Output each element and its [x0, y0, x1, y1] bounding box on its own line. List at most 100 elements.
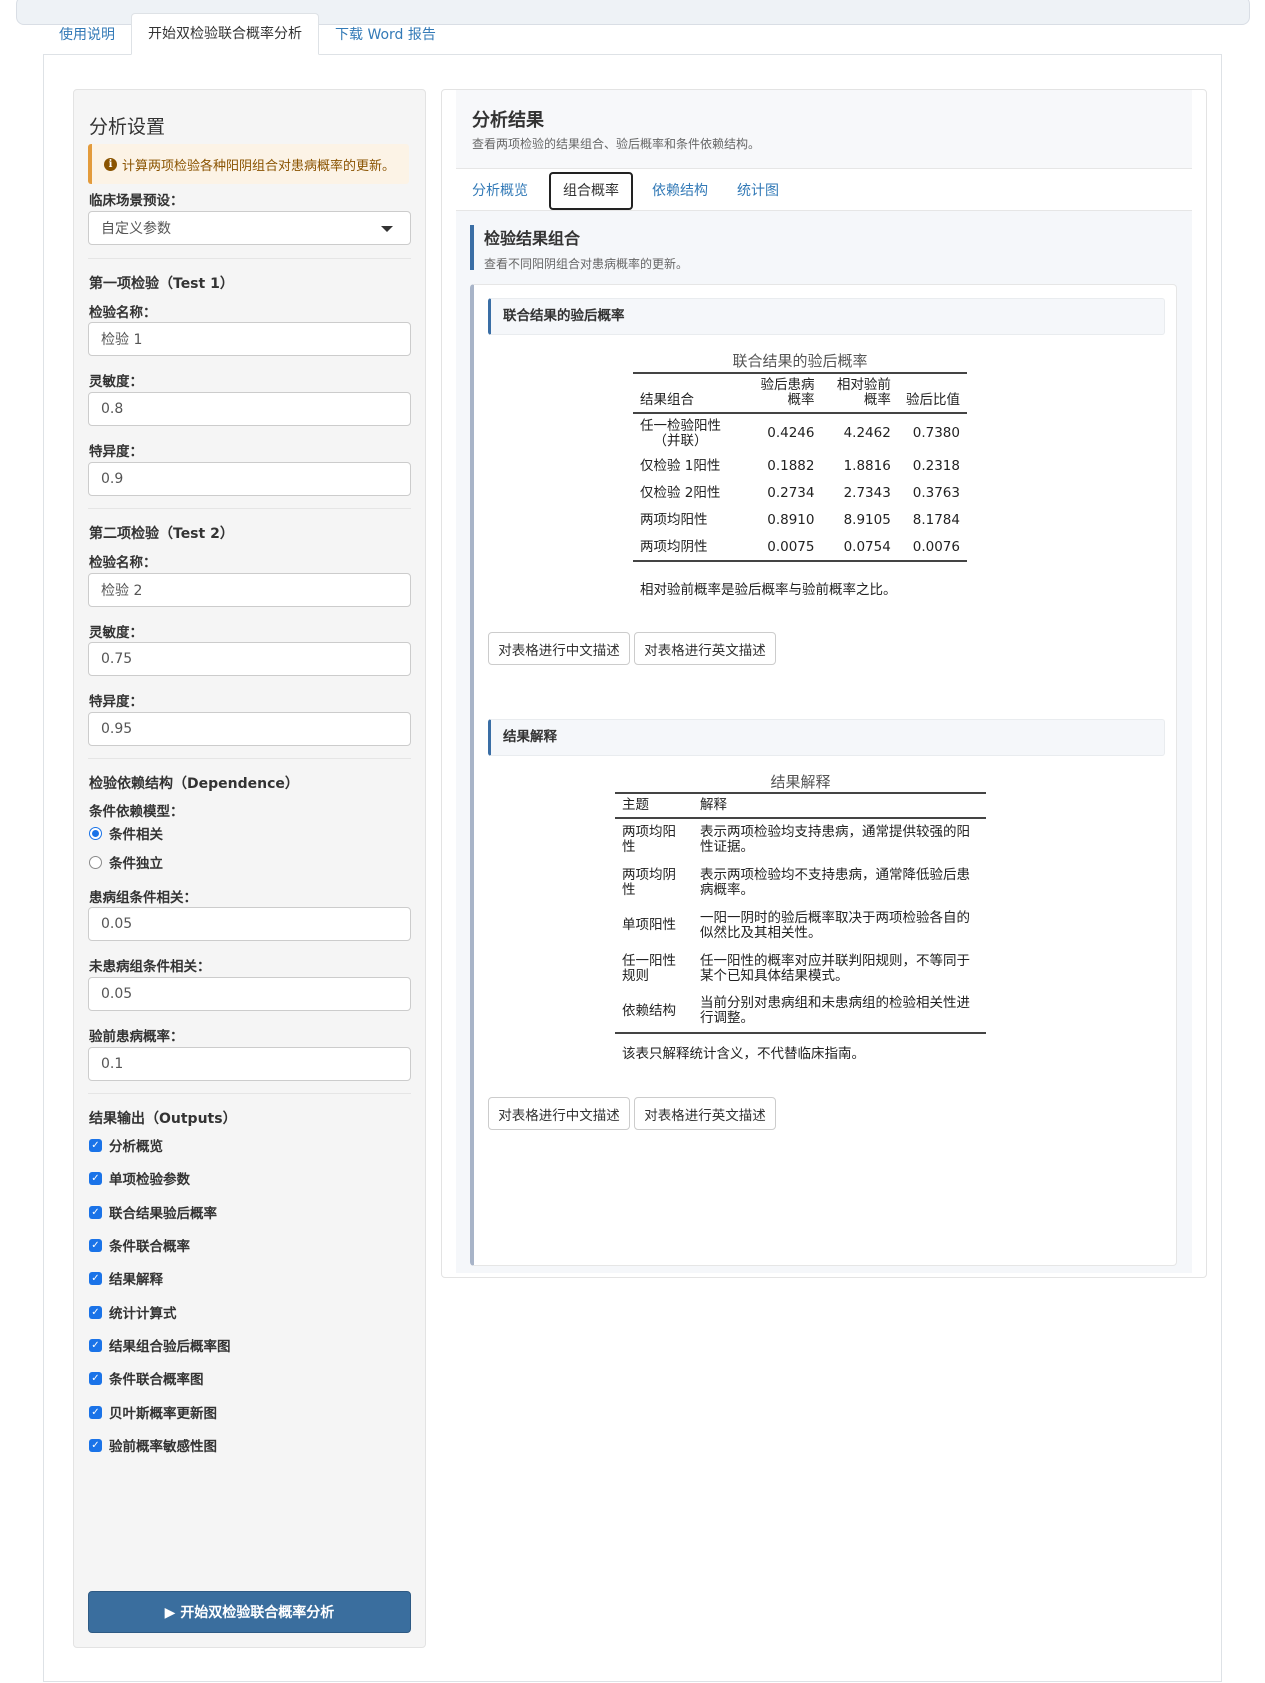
table-row: 两项均阴性 0.0075 0.0754 0.0076 [633, 534, 967, 561]
table-row: 依赖结构 当前分别对患病组和未患病组的检验相关性进 行调整。 [615, 990, 986, 1033]
describe-cn-button[interactable]: 对表格进行中文描述 [488, 632, 630, 665]
table-cell: 仅检验 1阳性 [640, 458, 721, 474]
results-panel: 分析结果 查看两项检验的结果组合、验后概率和条件依赖结构。 分析概览 组合概率 … [441, 89, 1207, 1278]
table-cell: 当前分别对患病组和未患病组的检验相关性进 行调整。 [700, 995, 970, 1026]
table-cell: 0.2318 [912, 458, 960, 474]
describe-cn-button[interactable]: 对表格进行中文描述 [488, 1097, 630, 1130]
info-alert-text: 计算两项检验各种阳阴组合对患病概率的更新。 [122, 158, 396, 174]
output-checkbox-label: 联合结果验后概率 [109, 1206, 217, 1222]
output-checkbox-label: 分析概览 [109, 1139, 163, 1155]
table-cell: 0.2734 [767, 485, 815, 501]
output-checkbox[interactable]: ✓ 条件联合概率 [89, 1235, 190, 1255]
settings-title: 分析设置 [89, 116, 166, 138]
subtab-overview[interactable]: 分析概览 [472, 180, 528, 200]
preset-select-value: 自定义参数 [101, 221, 171, 237]
checkbox-checked-icon: ✓ [89, 1405, 102, 1419]
table-header-row: 主题 解释 [615, 793, 986, 818]
test2-specificity-input[interactable]: 0.95 [88, 712, 411, 746]
checkbox-checked-icon: ✓ [89, 1338, 102, 1352]
results-subtitle: 查看两项检验的结果组合、验后概率和条件依赖结构。 [472, 137, 761, 151]
radio-conditional-dependent[interactable]: 条件相关 [89, 823, 163, 843]
table-header-cell: 相对验前 概率 [836, 377, 891, 408]
test2-specificity-label: 特异度： [89, 694, 143, 710]
table-cell: 任一阳性 规则 [622, 952, 676, 984]
results-title: 分析结果 [472, 110, 544, 131]
test1-sensitivity-input[interactable]: 0.8 [88, 392, 411, 426]
output-checkbox-label: 单项检验参数 [109, 1172, 190, 1188]
caret-down-icon [381, 226, 393, 232]
table-cell: 两项均阳 性 [622, 824, 676, 855]
tab-download-report[interactable]: 下载 Word 报告 [319, 15, 452, 55]
output-checkbox-label: 条件联合概率 [109, 1239, 190, 1255]
posterior-card-header: 联合结果的验后概率 [488, 298, 1165, 335]
radio-selected-icon [89, 826, 102, 840]
checkbox-checked-icon: ✓ [89, 1205, 102, 1219]
prior-label: 验前患病概率： [89, 1029, 184, 1045]
subtab-charts[interactable]: 统计图 [737, 180, 779, 200]
subtab-combinations[interactable]: 组合概率 [549, 172, 633, 210]
checkbox-checked-icon: ✓ [89, 1271, 102, 1285]
test2-name-input[interactable]: 检验 2 [88, 573, 411, 607]
table-cell: 0.0075 [767, 538, 815, 555]
table-cell: 仅检验 2阳性 [640, 485, 721, 501]
radio-label: 条件相关 [109, 827, 163, 843]
subtab-dependence[interactable]: 依赖结构 [652, 180, 708, 200]
output-checkbox[interactable]: ✓ 条件联合概率图 [89, 1368, 204, 1388]
output-checkbox[interactable]: ✓ 结果解释 [89, 1268, 163, 1288]
divider [88, 258, 411, 259]
table-header-cell: 解释 [700, 797, 727, 813]
preset-select[interactable]: 自定义参数 [88, 211, 411, 245]
output-checkbox-label: 结果解释 [109, 1272, 163, 1288]
test1-specificity-label: 特异度： [89, 444, 143, 460]
checkbox-checked-icon: ✓ [89, 1371, 102, 1385]
diseased-corr-label: 患病组条件相关： [89, 890, 197, 906]
table-cell: 0.0076 [912, 538, 960, 555]
interpretation-card-header: 结果解释 [488, 719, 1165, 756]
prior-input[interactable]: 0.1 [88, 1047, 411, 1081]
settings-sidebar: 分析设置 i 计算两项检验各种阳阴组合对患病概率的更新。 临床场景预设： 自定义… [73, 89, 426, 1648]
tab-analysis[interactable]: 开始双检验联合概率分析 [131, 13, 319, 55]
table2-title: 结果解释 [770, 773, 831, 791]
run-analysis-button[interactable]: ▶ 开始双检验联合概率分析 [88, 1591, 411, 1633]
radio-unselected-icon [89, 855, 102, 869]
output-checkbox-label: 统计计算式 [109, 1306, 177, 1322]
output-checkbox-label: 结果组合验后概率图 [109, 1339, 231, 1355]
checkbox-checked-icon: ✓ [89, 1438, 102, 1452]
table1-footnote: 相对验前概率是验后概率与验前概率之比。 [640, 582, 897, 598]
table-row: 仅检验 1阳性 0.1882 1.8816 0.2318 [633, 453, 967, 480]
table-cell: 依赖结构 [622, 1002, 676, 1019]
output-checkbox[interactable]: ✓ 结果组合验后概率图 [89, 1335, 231, 1355]
output-checkbox[interactable]: ✓ 分析概览 [89, 1135, 163, 1155]
radio-conditional-independent[interactable]: 条件独立 [89, 852, 163, 872]
table2-footnote: 该表只解释统计含义，不代替临床指南。 [622, 1046, 865, 1062]
test1-name-input[interactable]: 检验 1 [88, 322, 411, 356]
preset-label: 临床场景预设： [89, 193, 184, 209]
dependence-header: 检验依赖结构（Dependence） [89, 776, 299, 792]
output-checkbox[interactable]: ✓ 联合结果验后概率 [89, 1202, 217, 1222]
output-checkbox[interactable]: ✓ 贝叶斯概率更新图 [89, 1402, 217, 1422]
info-alert: i 计算两项检验各种阳阴组合对患病概率的更新。 [88, 144, 409, 184]
output-checkbox[interactable]: ✓ 单项检验参数 [89, 1168, 190, 1188]
test2-name-label: 检验名称： [89, 555, 157, 571]
divider [88, 1093, 411, 1094]
output-checkbox-label: 验前概率敏感性图 [109, 1439, 217, 1455]
table-cell: 0.1882 [767, 458, 815, 474]
diseased-corr-input[interactable]: 0.05 [88, 907, 411, 941]
output-checkbox[interactable]: ✓ 统计计算式 [89, 1302, 177, 1322]
table-cell: 表示两项检验均不支持患病，通常降低验后患 病概率。 [700, 866, 970, 898]
outputs-header: 结果输出（Outputs） [89, 1111, 237, 1127]
test2-sensitivity-input[interactable]: 0.75 [88, 642, 411, 676]
nondiseased-corr-input[interactable]: 0.05 [88, 977, 411, 1011]
table-cell: 2.7343 [843, 485, 891, 501]
checkbox-checked-icon: ✓ [89, 1238, 102, 1252]
describe-en-button[interactable]: 对表格进行英文描述 [634, 632, 776, 665]
output-checkbox[interactable]: ✓ 验前概率敏感性图 [89, 1435, 217, 1455]
describe-en-button[interactable]: 对表格进行英文描述 [634, 1097, 776, 1130]
test1-specificity-input[interactable]: 0.9 [88, 462, 411, 496]
table-header-cell: 验后患病 概率 [760, 377, 815, 408]
checkbox-checked-icon: ✓ [89, 1138, 102, 1152]
tab-instructions[interactable]: 使用说明 [43, 15, 131, 55]
posterior-table: 结果组合 验后患病 概率 相对验前 概率 验后比值 任一检验阳性 （并联） 0.4… [633, 372, 967, 562]
results-subtabs: 分析概览 组合概率 依赖结构 统计图 [456, 170, 1192, 211]
table-cell: 两项均阴性 [640, 538, 708, 555]
